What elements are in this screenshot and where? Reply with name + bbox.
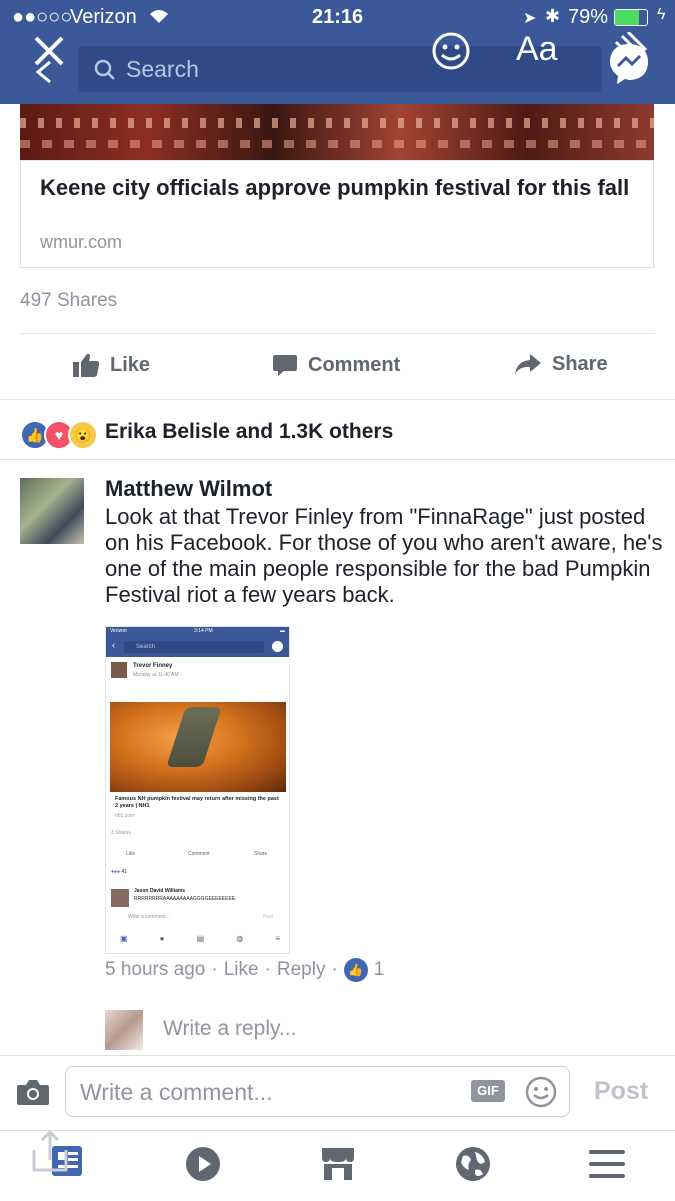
comment-reply-button[interactable]: Reply — [277, 959, 326, 981]
video-icon[interactable] — [185, 1146, 221, 1182]
separator-dot: · — [211, 959, 218, 980]
mini-comment-text: RRRRRRRRAAAAAAAAAGGGGEEEEEEEE. — [134, 896, 237, 902]
separator-dot: · — [331, 959, 338, 980]
thumbs-up-icon — [73, 353, 100, 377]
mini-shares: 3 Shares — [111, 830, 132, 836]
mini-write-comment: Write a comment... — [128, 914, 170, 920]
share-arrow-icon — [515, 354, 541, 374]
mini-reaction-count: 41 — [121, 869, 128, 875]
mini-link-title: Famous NH pumpkin festival may return af… — [115, 796, 279, 809]
camera-icon[interactable] — [16, 1078, 50, 1106]
link-thumbnail[interactable] — [20, 104, 654, 160]
menu-icon[interactable] — [588, 1148, 626, 1180]
reaction-icons[interactable]: 👍 ♥ 😮 — [20, 420, 98, 450]
close-icon[interactable] — [30, 32, 68, 84]
mini-author: Trevor Finney — [133, 663, 173, 669]
mini-globe-icon: ◍ — [236, 934, 244, 943]
mini-video-icon: ● — [159, 934, 165, 943]
mini-avatar — [111, 662, 127, 678]
comment-button[interactable]: Comment — [272, 352, 400, 378]
bluetooth-icon: ✱ — [545, 6, 561, 26]
mini-commenter-avatar — [111, 889, 129, 907]
clock: 21:16 — [312, 6, 364, 28]
share-button[interactable]: Share — [514, 352, 608, 376]
comment-like-button[interactable]: Like — [224, 959, 259, 981]
comment-meta: 5 hours ago · Like · Reply · 👍 1 — [105, 958, 384, 982]
mini-status-bar: Verizon 3:14 PM ▬ — [110, 628, 285, 634]
mini-post-time: Monday at 11:40 AM — [133, 672, 179, 678]
thumbnail-detail — [20, 118, 654, 128]
marketplace-icon[interactable] — [320, 1146, 356, 1182]
mini-time: 3:14 PM — [194, 628, 213, 634]
text-tool-button[interactable]: Aa — [516, 30, 558, 69]
divider — [20, 160, 654, 161]
messenger-icon[interactable] — [606, 32, 652, 86]
share-count[interactable]: 497 Shares — [20, 290, 117, 312]
mini-marketplace-icon: ▤ — [196, 934, 205, 943]
globe-icon[interactable] — [455, 1146, 491, 1182]
mini-menu-icon: ≡ — [275, 934, 280, 943]
sticker-icon[interactable] — [524, 1075, 558, 1109]
like-label: Like — [110, 353, 151, 376]
mini-back-icon: ‹ — [112, 640, 115, 650]
comment-attached-image[interactable]: Verizon 3:14 PM ▬ ‹ Search Trevor Finney… — [105, 626, 290, 954]
mini-reaction-icons: ●●● — [111, 869, 121, 875]
mini-commenter: Jason David Williams — [134, 888, 186, 894]
location-icon: ➤ — [523, 10, 537, 27]
mini-search: Search — [124, 641, 264, 653]
comment-input[interactable]: Write a comment... — [80, 1079, 273, 1106]
mini-post: Post — [263, 914, 274, 920]
wow-reaction-icon: 😮 — [68, 420, 98, 450]
mini-battery-icon: ▬ — [280, 628, 285, 634]
share-label: Share — [552, 352, 608, 375]
link-domain: wmur.com — [40, 232, 123, 252]
divider — [20, 333, 655, 334]
charging-icon: ϟ — [657, 6, 666, 23]
mini-tab-bar: ▣ ● ▤ ◍ ≡ — [120, 934, 280, 943]
reply-input[interactable]: Write a reply... — [163, 1017, 296, 1041]
avatar[interactable] — [20, 478, 84, 544]
mini-comment: Comment — [188, 851, 210, 857]
sticker-icon[interactable] — [430, 30, 472, 72]
reactions-summary[interactable]: Erika Belisle and 1.3K others — [105, 420, 393, 444]
mini-reactions: ●●● 41 — [111, 869, 127, 875]
battery-percent: 79% — [568, 6, 609, 28]
signal-strength: ●●○○○ — [12, 6, 73, 28]
reply-avatar — [105, 1010, 143, 1050]
comment-like-count: 1 — [373, 959, 385, 980]
mini-news-feed-icon: ▣ — [120, 934, 128, 943]
mini-carrier: Verizon — [110, 628, 127, 634]
mini-link-domain: nh1.com — [115, 813, 135, 819]
comment-time: 5 hours ago — [105, 959, 206, 980]
like-button[interactable]: Like — [72, 352, 150, 378]
separator-dot: · — [264, 959, 271, 980]
like-badge-icon: 👍 — [343, 958, 368, 982]
search-icon — [94, 59, 115, 80]
thumbnail-detail — [20, 140, 654, 148]
link-title[interactable]: Keene city officials approve pumpkin fes… — [40, 174, 630, 202]
comment-label: Comment — [308, 353, 401, 376]
wifi-icon — [150, 10, 168, 23]
carrier-name: Verizon — [70, 6, 137, 28]
mini-like: Like — [126, 851, 136, 857]
divider — [0, 459, 675, 460]
comment-icon — [273, 355, 297, 376]
search-placeholder: Search — [126, 56, 199, 82]
post-button[interactable]: Post — [594, 1077, 648, 1106]
battery-icon — [614, 9, 648, 26]
mini-messenger-icon — [272, 641, 283, 652]
divider — [0, 399, 675, 400]
gif-button[interactable]: GIF — [471, 1080, 505, 1102]
comment-body: Look at that Trevor Finley from "FinnaRa… — [105, 504, 663, 607]
comment-author[interactable]: Matthew Wilmot — [105, 476, 272, 502]
mini-share: Share — [254, 851, 268, 857]
news-feed-icon[interactable] — [28, 1128, 86, 1180]
